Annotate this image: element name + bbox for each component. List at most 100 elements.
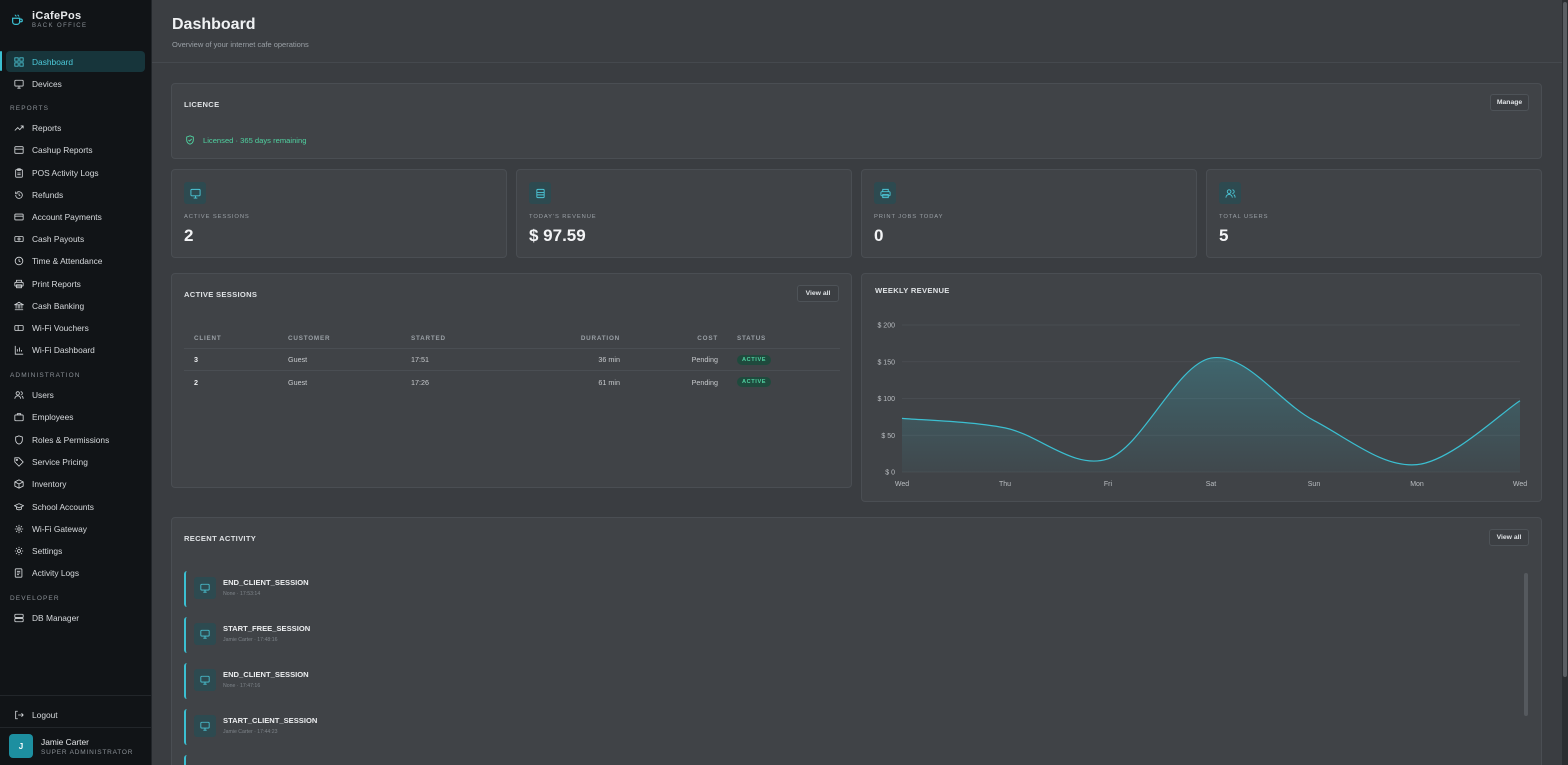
activity-title: RECENT ACTIVITY — [184, 534, 257, 543]
user-name: Jamie Carter — [41, 736, 89, 747]
brand: iCafePos BACK OFFICE — [10, 10, 87, 29]
activity-scrollbar[interactable] — [1524, 573, 1528, 716]
active-sessions-card: ACTIVE SESSIONS View all CLIENT CUSTOMER… — [171, 273, 852, 488]
box-icon — [14, 478, 24, 489]
refund-icon — [15, 190, 23, 199]
list-icon — [14, 567, 23, 578]
monitor-icon — [200, 629, 210, 639]
x-tick-label: Fri — [1104, 481, 1113, 488]
cell-duration: 36 min — [598, 355, 620, 364]
sidebar-item-wifi-vouchers[interactable]: Wi-Fi Vouchers — [6, 317, 145, 338]
activity-item[interactable]: START_CLIENT_SESSION Jamie Carter · 17:4… — [184, 709, 1514, 745]
sidebar-item-account-payments[interactable]: Account Payments — [6, 206, 145, 227]
sidebar-item-label: Cash Banking — [32, 300, 85, 311]
sidebar-item-label: Refunds — [32, 189, 64, 200]
status-badge: ACTIVE — [737, 377, 772, 387]
sidebar-item-pos-activity-logs[interactable]: POS Activity Logs — [6, 162, 145, 183]
sidebar-item-label: Time & Attendance — [32, 255, 103, 266]
bar-chart-icon — [14, 345, 24, 355]
manage-button[interactable]: Manage — [1490, 94, 1529, 111]
stat-icon — [874, 182, 896, 204]
dashboard-icon — [14, 56, 24, 67]
logout-button[interactable]: Logout — [6, 704, 145, 725]
sidebar-divider — [0, 695, 152, 696]
activity-meta: Jamie Carter · 17:44:23 — [223, 729, 278, 735]
sidebar-item-wifi-gateway[interactable]: Wi-Fi Gateway — [6, 518, 145, 539]
recent-activity-card: RECENT ACTIVITY View all END_CLIENT_SESS… — [171, 517, 1542, 765]
x-tick-label: Sun — [1308, 481, 1321, 488]
user-profile[interactable]: J Jamie Carter SUPER ADMINISTRATOR — [9, 734, 133, 758]
column-header: STARTED — [411, 334, 446, 342]
activity-meta: Jamie Carter · 17:48:16 — [223, 637, 278, 643]
stat-icon — [529, 182, 551, 204]
activity-title: START_FREE_SESSION — [223, 624, 311, 633]
sidebar-item-reports[interactable]: Reports — [6, 117, 145, 138]
cafe-logo-icon — [12, 14, 23, 25]
stat-value: 5 — [1219, 226, 1229, 245]
sidebar-item-settings[interactable]: Settings — [6, 540, 145, 561]
stat-icon — [184, 182, 206, 204]
briefcase-icon — [14, 412, 24, 421]
revenue-chart: $ 0 $ 50 $ 100 $ 150 $ 200 Wed Thu Fri Sat Sun Mon… — [877, 323, 1527, 489]
sidebar-item-service-pricing[interactable]: Service Pricing — [6, 451, 145, 472]
stat-label: TODAY'S REVENUE — [529, 214, 597, 220]
sidebar-item-cash-payouts[interactable]: Cash Payouts — [6, 228, 145, 249]
monitor-icon — [200, 721, 210, 731]
page-scrollbar[interactable] — [1562, 0, 1568, 765]
gateway-icon — [14, 524, 24, 533]
activity-view-all-button[interactable]: View all — [1489, 529, 1529, 546]
monitor-icon — [200, 675, 210, 685]
sidebar-item-devices[interactable]: Devices — [6, 73, 145, 94]
activity-item[interactable]: START_FREE_SESSION Jamie Carter · 17:48:… — [184, 617, 1514, 653]
activity-title: END_CLIENT_SESSION — [223, 670, 309, 679]
sidebar-item-users[interactable]: Users — [6, 384, 145, 405]
sidebar-item-cashup-reports[interactable]: Cashup Reports — [6, 139, 145, 160]
sidebar-item-time-attendance[interactable]: Time & Attendance — [6, 250, 145, 271]
clock-icon — [14, 256, 24, 265]
table-row[interactable]: 2 Guest 17:26 61 min Pending ACTIVE — [184, 371, 840, 393]
sidebar-item-refunds[interactable]: Refunds — [6, 184, 145, 205]
shield-check-icon — [186, 135, 194, 145]
page-header: Dashboard Overview of your internet cafe… — [152, 0, 1562, 63]
sidebar-item-wifi-dashboard[interactable]: Wi-Fi Dashboard — [6, 339, 145, 360]
activity-icon — [194, 623, 216, 645]
sidebar-item-activity-logs[interactable]: Activity Logs — [6, 562, 145, 583]
x-tick-label: Wed — [895, 481, 909, 488]
cell-customer: Guest — [288, 355, 308, 364]
monitor-icon — [200, 583, 210, 593]
sidebar-item-label: Reports — [32, 122, 62, 133]
x-tick-label: Wed — [1513, 481, 1527, 488]
activity-item[interactable]: END_CLIENT_SESSION None · 17:53:14 — [184, 571, 1514, 607]
sidebar-item-label: Activity Logs — [32, 567, 80, 578]
sidebar-item-roles-permissions[interactable]: Roles & Permissions — [6, 429, 145, 450]
activity-item[interactable]: END_CLIENT_SESSION None · 17:47:16 — [184, 663, 1514, 699]
cell-client: 3 — [194, 355, 198, 364]
wallet-icon — [535, 188, 545, 198]
cell-cost: Pending — [691, 355, 718, 364]
section-label-administration: ADMINISTRATION — [10, 372, 81, 379]
ticket-icon — [14, 324, 24, 331]
sidebar-item-school-accounts[interactable]: School Accounts — [6, 496, 145, 517]
sidebar-item-label: School Accounts — [32, 501, 94, 512]
stat-card-todays-revenue: TODAY'S REVENUE $ 97.59 — [516, 169, 852, 258]
sessions-view-all-button[interactable]: View all — [797, 285, 839, 302]
sidebar-item-db-manager[interactable]: DB Manager — [6, 607, 145, 628]
sidebar-item-cash-banking[interactable]: Cash Banking — [6, 295, 145, 316]
table-row[interactable]: 3 Guest 17:51 36 min Pending ACTIVE — [184, 349, 840, 371]
page-scrollbar-thumb[interactable] — [1563, 2, 1567, 677]
table-header: CLIENT CUSTOMER STARTED DURATION COST ST… — [184, 328, 840, 349]
sidebar-item-employees[interactable]: Employees — [6, 406, 145, 427]
stat-value: 2 — [184, 226, 194, 245]
activity-icon — [194, 669, 216, 691]
column-header: CLIENT — [194, 334, 222, 342]
bank-icon — [14, 301, 24, 310]
activity-item[interactable] — [184, 755, 1514, 765]
printer-icon — [879, 188, 891, 198]
sidebar-item-inventory[interactable]: Inventory — [6, 473, 145, 494]
sidebar-item-print-reports[interactable]: Print Reports — [6, 273, 145, 294]
cell-started: 17:26 — [411, 377, 429, 387]
y-tick-label: $ 150 — [877, 359, 895, 366]
avatar: J — [9, 734, 33, 758]
sidebar-item-dashboard[interactable]: Dashboard — [6, 51, 145, 72]
cell-duration: 61 min — [598, 377, 620, 387]
